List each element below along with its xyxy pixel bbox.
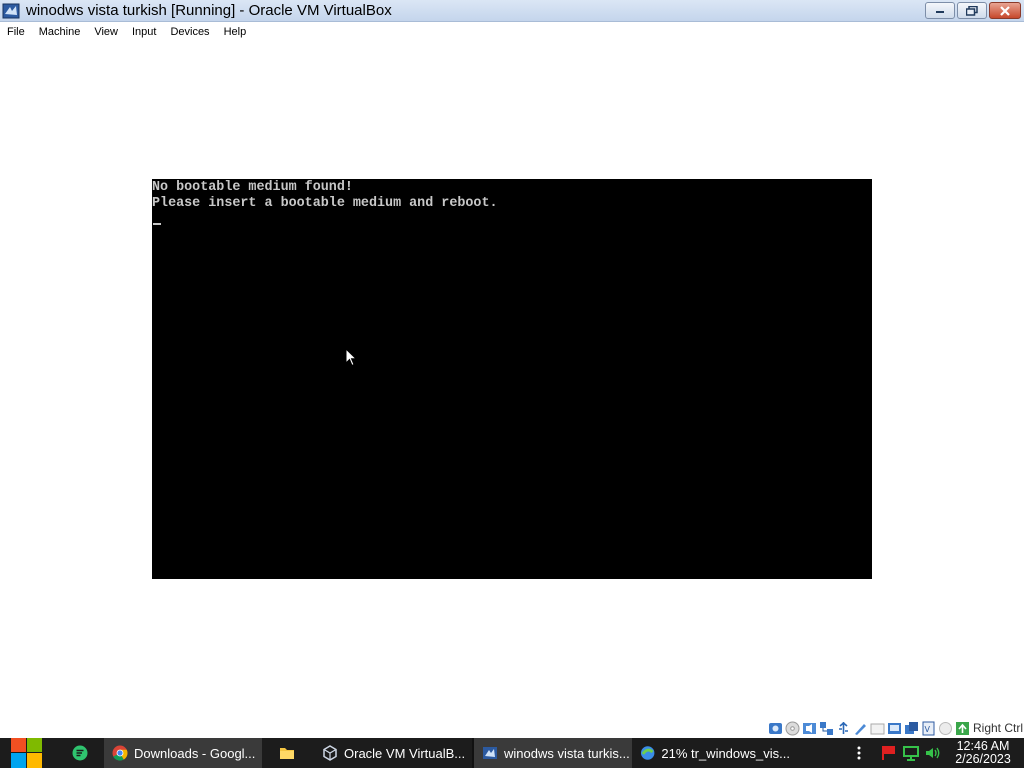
- menu-view[interactable]: View: [87, 22, 125, 42]
- host-key-label: Right Ctrl: [972, 721, 1023, 735]
- taskbar: Downloads - Googl... Oracle VM VirtualB.…: [0, 738, 1024, 768]
- keyboard-capture-icon[interactable]: [955, 721, 970, 736]
- video-capture-icon[interactable]: [887, 721, 902, 736]
- menu-input[interactable]: Input: [125, 22, 163, 42]
- status-bar: V Right Ctrl: [0, 718, 1024, 738]
- menu-file[interactable]: File: [0, 22, 32, 42]
- console-line-1: No bootable medium found!: [152, 180, 353, 195]
- window-titlebar[interactable]: winodws vista turkish [Running] - Oracle…: [0, 0, 1024, 22]
- taskbar-item-label: 21% tr_windows_vis...: [661, 745, 790, 761]
- taskbar-item-vm-window[interactable]: winodws vista turkis...: [474, 738, 632, 768]
- console-line-2: Please insert a bootable medium and rebo…: [152, 196, 498, 211]
- restore-icon: [966, 5, 978, 16]
- windows-logo-icon: [11, 738, 42, 768]
- audio-icon[interactable]: [802, 721, 817, 736]
- minimize-icon: [936, 10, 944, 13]
- chrome-icon: [112, 745, 128, 761]
- mouse-pointer-icon: [345, 348, 357, 367]
- svg-text:V: V: [924, 725, 930, 734]
- clock[interactable]: 12:46 AM 2/26/2023: [952, 740, 1014, 766]
- menu-help[interactable]: Help: [217, 22, 254, 42]
- menu-bar: File Machine View Input Devices Help: [0, 22, 1024, 42]
- chat-app-icon: [72, 745, 88, 761]
- more-options-icon[interactable]: [850, 744, 868, 762]
- virtualbox-app-icon: [2, 3, 20, 18]
- download-progress-icon: [640, 746, 655, 760]
- usb-icon[interactable]: [836, 721, 851, 736]
- taskbar-item-chrome[interactable]: Downloads - Googl...: [104, 738, 262, 768]
- vm-display[interactable]: No bootable medium found! Please insert …: [152, 179, 872, 579]
- action-center-flag-icon[interactable]: [880, 744, 898, 762]
- window-title: winodws vista turkish [Running] - Oracle…: [26, 2, 392, 19]
- minimize-button[interactable]: [925, 2, 955, 19]
- close-button[interactable]: [989, 2, 1021, 19]
- window-controls: [925, 2, 1021, 19]
- system-tray: 12:46 AM 2/26/2023: [848, 738, 1024, 768]
- taskbar-item-label: Downloads - Googl...: [134, 745, 256, 761]
- cpu-icon[interactable]: V: [921, 721, 936, 736]
- menu-machine[interactable]: Machine: [32, 22, 88, 42]
- taskbar-item-virtualbox-manager[interactable]: Oracle VM VirtualB...: [314, 738, 472, 768]
- display-icon[interactable]: [870, 721, 885, 736]
- network-status-icon[interactable]: [902, 744, 920, 762]
- virtualization-icon[interactable]: [904, 721, 919, 736]
- taskbar-item-label: Oracle VM VirtualB...: [344, 745, 466, 761]
- network-icon[interactable]: [819, 721, 834, 736]
- volume-icon[interactable]: [924, 744, 942, 762]
- mouse-integration-icon[interactable]: [938, 721, 953, 736]
- folder-icon: [280, 748, 294, 759]
- start-button[interactable]: [0, 738, 52, 768]
- chat-app-button[interactable]: [52, 738, 104, 768]
- file-explorer-button[interactable]: [262, 738, 314, 768]
- text-cursor: [153, 223, 161, 225]
- close-icon: [1000, 5, 1010, 16]
- clock-date: 2/26/2023: [955, 752, 1011, 766]
- menu-devices[interactable]: Devices: [163, 22, 216, 42]
- taskbar-item-download[interactable]: 21% tr_windows_vis...: [632, 738, 790, 768]
- taskbar-item-label: winodws vista turkis...: [504, 745, 630, 761]
- hard-disk-icon[interactable]: [768, 721, 783, 736]
- shared-folders-icon[interactable]: [853, 721, 868, 736]
- virtualbox-icon: [323, 745, 337, 761]
- vm-window-icon: [483, 747, 497, 759]
- optical-drive-icon[interactable]: [785, 721, 800, 736]
- restore-button[interactable]: [957, 2, 987, 19]
